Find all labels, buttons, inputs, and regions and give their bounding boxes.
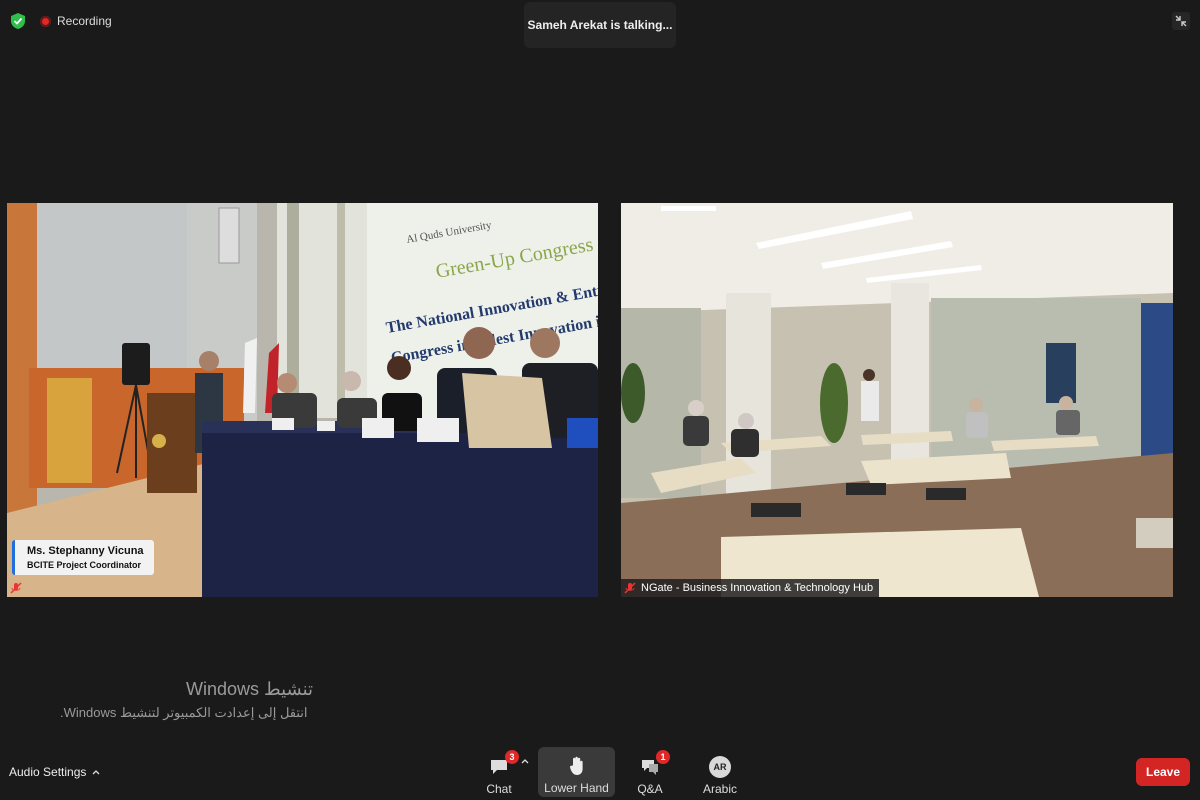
- collapse-icon: [1175, 15, 1187, 27]
- language-icon: AR: [709, 756, 731, 778]
- video-tile-ngate[interactable]: NGate - Business Innovation & Technology…: [621, 203, 1173, 597]
- activation-watermark-subtitle: انتقل إلى إعدادت الكمبيوتر لتنشيط Window…: [60, 705, 308, 720]
- exit-fullscreen-button[interactable]: [1172, 12, 1190, 30]
- chat-label: Chat: [486, 782, 512, 796]
- language-label: Arabic: [702, 782, 737, 796]
- activation-watermark-title: تنشيط Windows: [186, 679, 314, 699]
- audio-settings-button[interactable]: Audio Settings: [9, 765, 100, 779]
- chevron-up-icon: [521, 759, 529, 764]
- video-tile-speaker[interactable]: Al Quds University Green-Up Congress The…: [7, 203, 598, 597]
- language-interpretation-button[interactable]: AR Arabic: [700, 748, 740, 796]
- speaker-role: BCITE Project Coordinator: [27, 560, 142, 570]
- chat-options-caret[interactable]: [521, 756, 529, 767]
- recording-label: Recording: [57, 14, 112, 28]
- participant-name: NGate - Business Innovation & Technology…: [641, 582, 874, 594]
- audio-settings-label: Audio Settings: [9, 765, 87, 779]
- coworking-room-video: [621, 203, 1173, 597]
- chevron-up-icon: [92, 770, 100, 775]
- conference-stage-video: Al Quds University Green-Up Congress The…: [7, 203, 598, 597]
- active-speaker-banner: Sameh Arekat is talking...: [524, 2, 676, 48]
- shield-icon[interactable]: [10, 12, 26, 30]
- leave-button[interactable]: Leave: [1136, 758, 1190, 786]
- chat-badge: 3: [505, 750, 519, 764]
- raise-hand-icon: [569, 756, 583, 775]
- recording-indicator[interactable]: Recording: [40, 14, 112, 28]
- speaker-name-card: Ms. Stephanny Vicuna BCITE Project Coord…: [12, 540, 154, 575]
- record-icon: [40, 15, 51, 27]
- muted-mic-icon: [10, 582, 22, 594]
- qa-badge: 1: [656, 750, 670, 764]
- qa-button[interactable]: 1 Q&A: [635, 748, 670, 796]
- muted-mic-icon: [624, 582, 636, 594]
- chat-button[interactable]: 3 Chat: [482, 748, 519, 796]
- qa-label: Q&A: [637, 782, 663, 796]
- lower-hand-button[interactable]: Lower Hand: [538, 747, 615, 797]
- speaker-name: Ms. Stephanny Vicuna: [27, 545, 144, 557]
- lower-hand-label: Lower Hand: [544, 781, 609, 795]
- participant-label: NGate - Business Innovation & Technology…: [621, 579, 880, 597]
